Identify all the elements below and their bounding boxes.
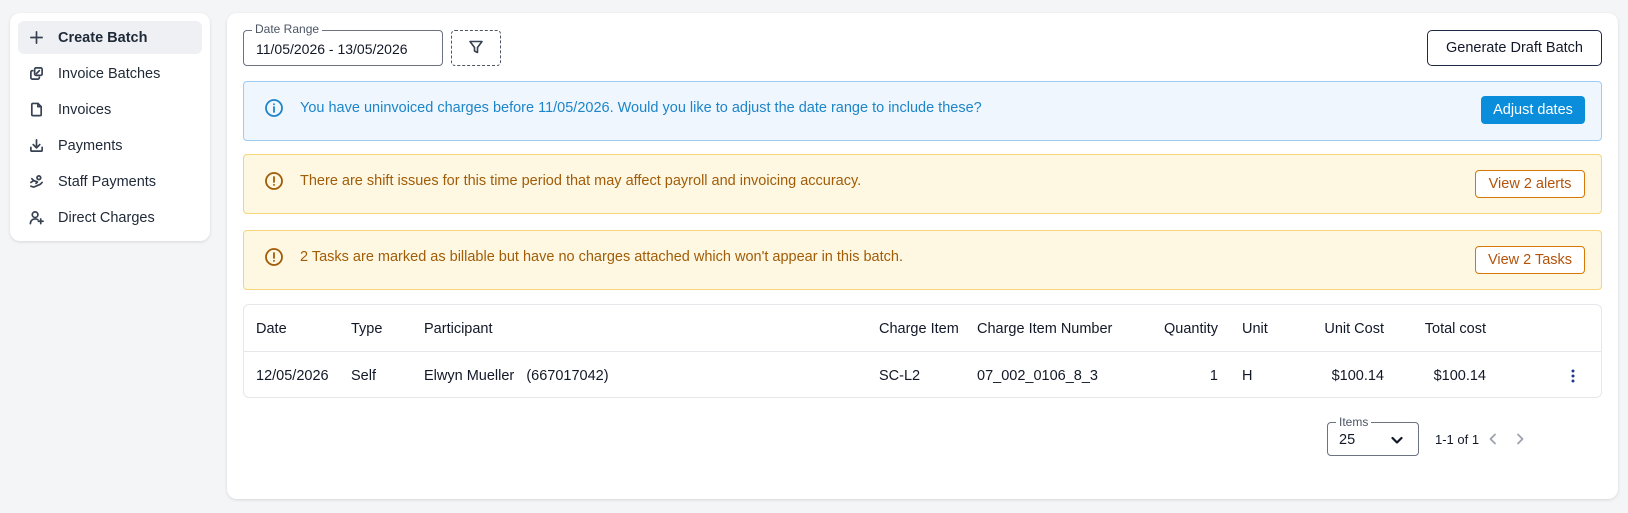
download-icon <box>28 138 44 154</box>
shift-issues-alert: There are shift issues for this time per… <box>243 154 1602 214</box>
column-header-charge-item-number[interactable]: Charge Item Number <box>977 321 1112 337</box>
cell-unit: H <box>1242 368 1253 384</box>
cell-quantity: 1 <box>1209 368 1218 384</box>
adjust-dates-button[interactable]: Adjust dates <box>1481 96 1585 124</box>
table-row[interactable]: 12/05/2026 Self Elwyn Mueller (667017042… <box>244 352 1601 399</box>
view-alerts-button[interactable]: View 2 alerts <box>1475 170 1585 198</box>
sidebar-item-label: Invoices <box>58 101 112 118</box>
info-icon <box>264 98 284 118</box>
sidebar-item-direct-charges[interactable]: Direct Charges <box>18 201 202 234</box>
column-header-quantity[interactable]: Quantity <box>1164 321 1218 337</box>
date-range-value[interactable]: 11/05/2026 - 13/05/2026 <box>256 41 408 57</box>
previous-page-button[interactable] <box>1486 431 1500 447</box>
date-range-label: Date Range <box>252 22 323 36</box>
items-per-page-label: Items <box>1336 415 1372 429</box>
generate-draft-batch-button[interactable]: Generate Draft Batch <box>1427 30 1602 66</box>
next-page-button[interactable] <box>1513 431 1527 447</box>
column-header-total-cost[interactable]: Total cost <box>1425 321 1486 337</box>
charges-table: Date Type Participant Charge Item Charge… <box>243 304 1602 398</box>
date-range-field[interactable]: Date Range 11/05/2026 - 13/05/2026 <box>243 22 443 66</box>
cell-charge-item-number: 07_002_0106_8_3 <box>977 368 1098 384</box>
filter-button[interactable] <box>451 30 501 66</box>
column-header-charge-item[interactable]: Charge Item <box>879 321 959 337</box>
sidebar-item-label: Direct Charges <box>58 209 155 226</box>
hand-coin-icon <box>28 174 44 190</box>
sidebar-item-label: Staff Payments <box>58 173 157 190</box>
column-header-unit-cost[interactable]: Unit Cost <box>1324 321 1384 337</box>
alert-text: You have uninvoiced charges before 11/05… <box>300 100 982 116</box>
main-panel: Date Range 11/05/2026 - 13/05/2026 Gener… <box>227 13 1618 499</box>
user-plus-icon <box>28 210 44 226</box>
column-header-date[interactable]: Date <box>256 321 287 337</box>
row-actions-menu-icon[interactable] <box>1565 366 1581 386</box>
cell-unit-cost: $100.14 <box>1331 368 1384 384</box>
plus-icon <box>28 30 44 46</box>
chevron-right-icon <box>1517 433 1524 445</box>
items-per-page-value: 25 <box>1339 432 1356 448</box>
alert-text: 2 Tasks are marked as billable but have … <box>300 249 903 265</box>
view-tasks-button[interactable]: View 2 Tasks <box>1475 246 1585 274</box>
alert-text: There are shift issues for this time per… <box>300 173 862 189</box>
sidebar-item-label: Create Batch <box>58 29 148 46</box>
column-header-participant[interactable]: Participant <box>424 321 493 337</box>
cell-participant[interactable]: Elwyn Mueller (667017042) <box>424 368 609 384</box>
billable-tasks-alert: 2 Tasks are marked as billable but have … <box>243 230 1602 290</box>
warning-icon <box>264 247 284 267</box>
sidebar: Create Batch Invoice Batches Invoices Pa… <box>10 13 210 241</box>
column-header-unit[interactable]: Unit <box>1242 321 1268 337</box>
cell-type: Self <box>351 368 376 384</box>
sidebar-item-invoice-batches[interactable]: Invoice Batches <box>18 57 202 90</box>
warning-icon <box>264 171 284 191</box>
chevron-down-icon <box>1390 433 1404 447</box>
items-per-page-select[interactable]: Items 25 <box>1327 415 1419 456</box>
column-header-type[interactable]: Type <box>351 321 382 337</box>
cell-charge-item: SC-L2 <box>879 368 921 384</box>
cell-total-cost: $100.14 <box>1433 368 1486 384</box>
sidebar-item-create-batch[interactable]: Create Batch <box>18 21 202 54</box>
document-icon <box>28 102 44 118</box>
cell-date: 12/05/2026 <box>256 368 329 384</box>
sidebar-item-label: Payments <box>58 137 123 154</box>
uninvoiced-charges-alert: You have uninvoiced charges before 11/05… <box>243 81 1602 141</box>
sidebar-item-invoices[interactable]: Invoices <box>18 93 202 126</box>
sidebar-item-label: Invoice Batches <box>58 65 161 82</box>
filter-icon <box>468 39 484 58</box>
sidebar-item-payments[interactable]: Payments <box>18 129 202 162</box>
table-header-row: Date Type Participant Charge Item Charge… <box>244 305 1601 352</box>
sidebar-item-staff-payments[interactable]: Staff Payments <box>18 165 202 198</box>
pagination-range: 1-1 of 1 <box>1435 432 1480 447</box>
stack-icon <box>28 66 44 82</box>
chevron-left-icon <box>1489 433 1496 445</box>
